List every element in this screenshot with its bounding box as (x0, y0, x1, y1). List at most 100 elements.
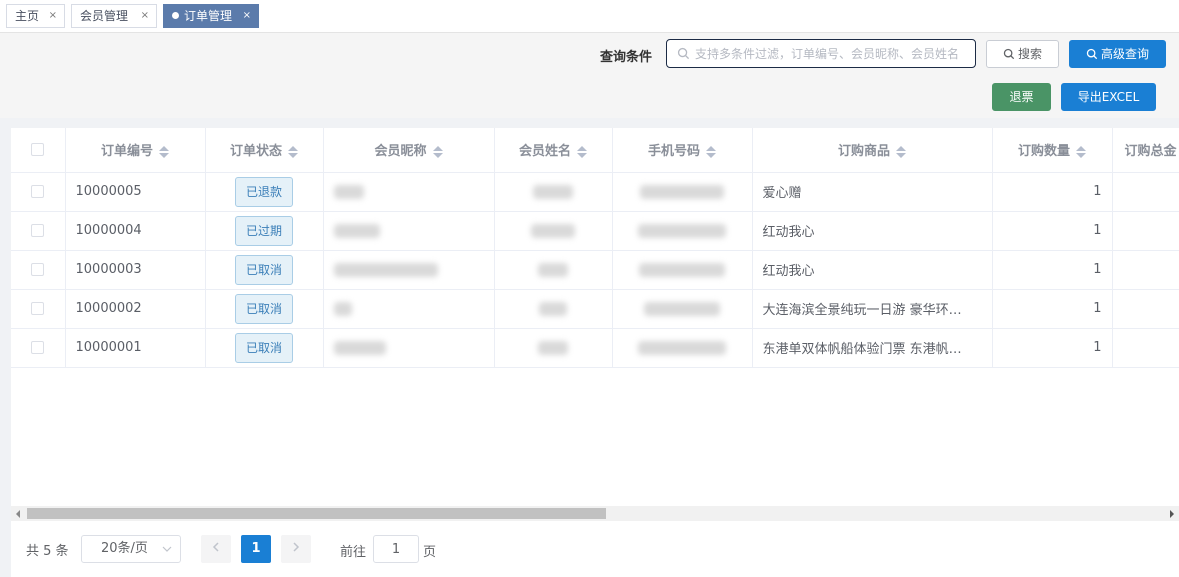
sort-icon[interactable] (159, 145, 169, 159)
column-header[interactable]: 订购商品 (752, 128, 993, 173)
search-field[interactable] (666, 39, 976, 68)
table-row[interactable]: 10000002 已取消 大连海滨全景纯玩一日游 豪华环… 1 (11, 289, 1179, 329)
goto-suffix: 页 (423, 545, 437, 560)
tab-member-management[interactable]: 会员管理 × (71, 4, 157, 28)
query-label: 查询条件 (600, 50, 653, 65)
tab-label: 主页 (15, 9, 40, 23)
status-badge: 已过期 (235, 215, 293, 246)
refund-button[interactable]: 退票 (992, 83, 1051, 111)
close-icon[interactable]: × (141, 5, 149, 27)
redacted-value (333, 184, 364, 199)
sort-icon[interactable] (432, 145, 443, 159)
product-cell: 大连海滨全景纯玩一日游 豪华环… (752, 289, 993, 329)
sort-icon[interactable] (1076, 145, 1086, 159)
column-title: 手机号码 (647, 144, 700, 160)
status-cell: 已取消 (205, 289, 324, 329)
row-checkbox[interactable] (31, 185, 45, 198)
chevron-right-icon (293, 542, 300, 552)
search-icon (1086, 48, 1098, 60)
export-excel-button[interactable]: 导出EXCEL (1061, 83, 1156, 111)
search-input[interactable] (695, 43, 971, 64)
tab-bar: 主页 × 会员管理 × 订单管理 × (0, 0, 1179, 33)
status-badge: 已退款 (235, 176, 293, 207)
sort-icon[interactable] (577, 145, 587, 159)
quantity-cell: 1 (992, 328, 1113, 368)
row-checkbox[interactable] (31, 341, 45, 354)
order-no-cell: 10000005 (65, 172, 206, 212)
column-title: 订单状态 (229, 144, 282, 160)
total-count: 共 5 条 (26, 544, 69, 559)
member-name-cell (494, 289, 613, 329)
tab-home[interactable]: 主页 × (6, 4, 65, 28)
page-number-button[interactable]: 1 (241, 535, 271, 563)
product-cell: 爱心赠 (752, 172, 993, 212)
status-badge: 已取消 (235, 293, 293, 324)
column-header[interactable]: 订购总金 (1112, 128, 1179, 173)
table-row[interactable]: 10000005 已退款 爱心赠 1 (11, 172, 1179, 212)
advanced-search-button[interactable]: 高级查询 (1069, 40, 1166, 68)
status-cell: 已过期 (205, 211, 324, 251)
nickname-cell (323, 289, 495, 329)
scroll-left-icon[interactable] (16, 510, 20, 518)
table-row[interactable]: 10000003 已取消 红动我心 1 6 (11, 250, 1179, 290)
sort-icon[interactable] (896, 145, 906, 159)
redacted-value (333, 301, 352, 316)
sort-icon[interactable] (288, 145, 298, 159)
column-header[interactable]: 会员姓名 (494, 128, 613, 173)
advanced-search-label: 高级查询 (1100, 47, 1149, 61)
member-name-cell (494, 328, 613, 368)
search-button[interactable]: 搜索 (986, 40, 1059, 68)
toolbar: 查询条件 搜索 高级查询 退票 导出EXCEL (0, 33, 1179, 118)
page-size-select[interactable]: 20条/页 (81, 535, 181, 563)
search-icon (1003, 48, 1015, 60)
next-page-button[interactable] (281, 535, 311, 563)
tab-label: 会员管理 (80, 9, 129, 23)
row-select-cell (11, 172, 66, 212)
tab-order-management[interactable]: 订单管理 × (163, 4, 259, 28)
page-size-value: 20条/页 (101, 541, 148, 556)
column-header[interactable]: 会员昵称 (323, 128, 495, 173)
member-name-cell (494, 250, 613, 290)
table-row[interactable]: 10000004 已过期 红动我心 1 6 (11, 211, 1179, 251)
close-icon[interactable]: × (243, 5, 251, 27)
status-badge: 已取消 (235, 332, 293, 363)
horizontal-scrollbar[interactable] (11, 506, 1179, 521)
scrollbar-thumb[interactable] (27, 508, 606, 519)
total-cell: 6 (1112, 250, 1179, 290)
column-header[interactable]: 手机号码 (612, 128, 753, 173)
order-no-cell: 10000001 (65, 328, 206, 368)
sort-icon[interactable] (706, 145, 716, 159)
member-name-cell (494, 172, 613, 212)
product-cell: 红动我心 (752, 211, 993, 251)
column-title: 订购商品 (837, 144, 890, 160)
table-row[interactable]: 10000001 已取消 东港单双体帆船体验门票 东港帆… 1 (11, 328, 1179, 368)
total-cell (1112, 328, 1179, 368)
column-header[interactable]: 订单状态 (205, 128, 324, 173)
row-checkbox[interactable] (31, 224, 45, 237)
redacted-value (638, 340, 726, 355)
quantity-cell: 1 (992, 172, 1113, 212)
row-checkbox[interactable] (31, 302, 45, 315)
phone-cell (612, 172, 753, 212)
member-name-cell (494, 211, 613, 251)
total-cell (1112, 289, 1179, 329)
status-cell: 已取消 (205, 250, 324, 290)
nickname-cell (323, 172, 495, 212)
product-cell: 东港单双体帆船体验门票 东港帆… (752, 328, 993, 368)
status-cell: 已取消 (205, 328, 324, 368)
status-badge: 已取消 (235, 254, 293, 285)
column-header[interactable]: 订购数量 (992, 128, 1113, 173)
close-icon[interactable]: × (49, 5, 57, 27)
prev-page-button[interactable] (201, 535, 231, 563)
redacted-value (533, 184, 573, 199)
nickname-cell (323, 328, 495, 368)
select-all-checkbox[interactable] (31, 143, 45, 157)
goto-label: 前往 (340, 545, 367, 560)
scroll-right-icon[interactable] (1170, 510, 1174, 518)
row-checkbox[interactable] (31, 263, 45, 276)
redacted-value (531, 223, 575, 238)
column-header[interactable]: 订单编号 (65, 128, 206, 173)
orders-table: 订单编号 订单状态 会员昵称 会员姓名 手机号码 订购商品 订购数量 订购总金 … (11, 128, 1179, 368)
phone-cell (612, 289, 753, 329)
goto-page-input[interactable] (373, 535, 419, 563)
